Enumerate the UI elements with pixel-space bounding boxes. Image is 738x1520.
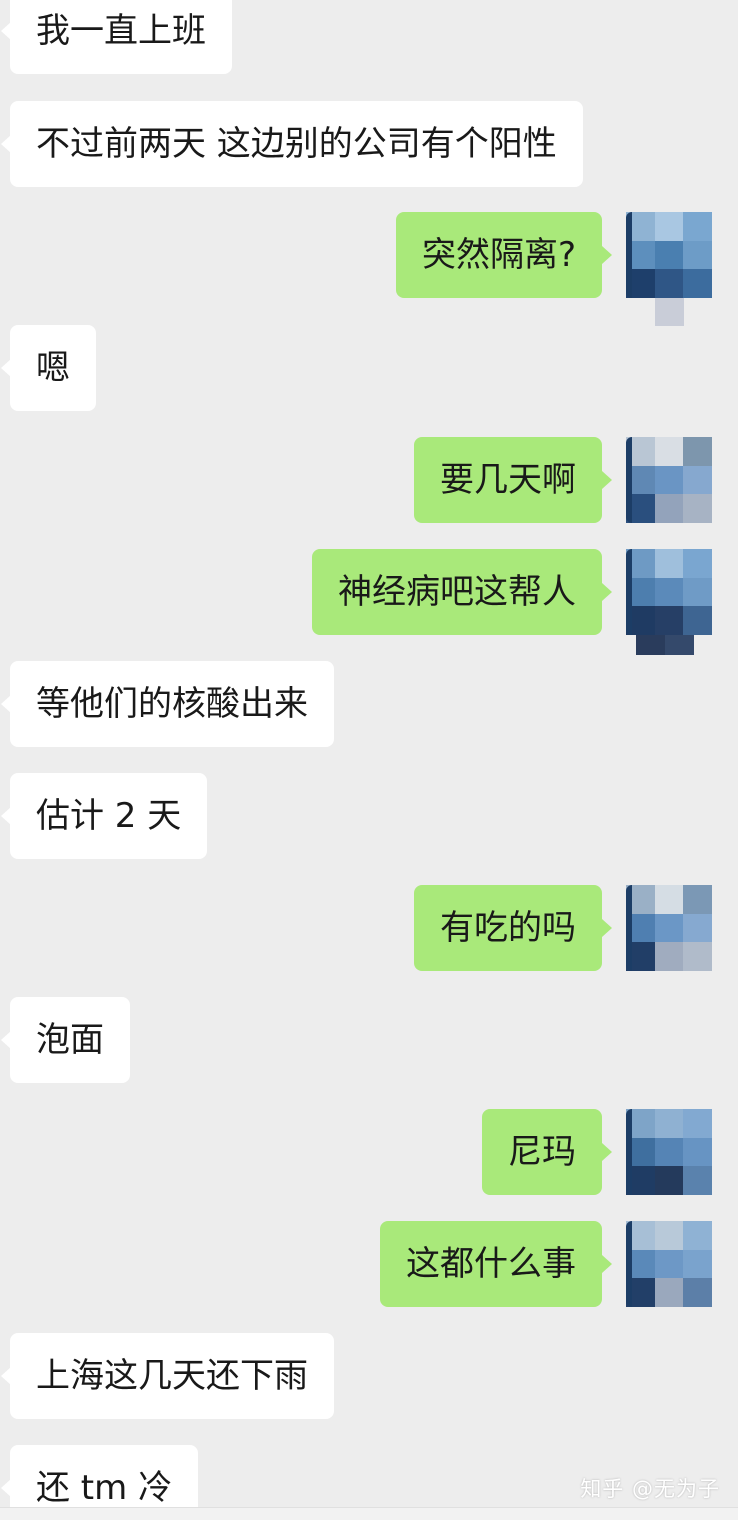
message-text: 有吃的吗	[440, 908, 576, 948]
pixelated-avatar-icon[interactable]	[626, 437, 712, 523]
message-bubble-incoming[interactable]: 泡面	[1, 997, 130, 1083]
pixelated-avatar-icon[interactable]	[626, 1109, 712, 1195]
chat-message-list[interactable]: 我一直上班 不过前两天 这边别的公司有个阳性 突然隔离? 嗯 要几天啊 神经病吧…	[0, 0, 738, 1508]
message-bubble-incoming[interactable]: 上海这几天还下雨	[1, 1333, 334, 1419]
message-text: 估计 2 天	[36, 796, 182, 836]
pixelated-avatar-icon[interactable]	[626, 549, 712, 655]
message-bubble-outgoing[interactable]: 这都什么事	[380, 1221, 612, 1307]
message-bubble-incoming[interactable]: 估计 2 天	[0, 773, 208, 859]
message-text: 这都什么事	[406, 1244, 576, 1284]
message-text: 还 tm 冷	[36, 1468, 173, 1508]
message-bubble-incoming[interactable]: 我一直上班	[1, 0, 232, 74]
message-bubble-incoming[interactable]: 等他们的核酸出来	[1, 661, 334, 747]
message-bubble-incoming[interactable]: 还 tm 冷	[0, 1445, 199, 1508]
message-text: 不过前两天 这边别的公司有个阳性	[36, 124, 557, 164]
message-text: 嗯	[36, 348, 70, 388]
pixelated-avatar-icon[interactable]	[626, 885, 712, 971]
message-text: 要几天啊	[440, 460, 576, 500]
message-text: 我一直上班	[36, 11, 206, 51]
message-text: 等他们的核酸出来	[36, 684, 308, 724]
pixelated-avatar-icon[interactable]	[626, 1221, 712, 1307]
message-text: 上海这几天还下雨	[36, 1356, 308, 1396]
message-bubble-outgoing[interactable]: 突然隔离?	[395, 212, 613, 298]
message-text: 神经病吧这帮人	[338, 572, 576, 612]
message-bubble-outgoing[interactable]: 要几天啊	[414, 437, 612, 523]
message-bubble-incoming[interactable]: 不过前两天 这边别的公司有个阳性	[1, 101, 583, 187]
message-bubble-incoming[interactable]: 嗯	[1, 325, 96, 411]
message-text: 尼玛	[508, 1132, 576, 1172]
message-bubble-outgoing[interactable]: 有吃的吗	[414, 885, 612, 971]
message-text: 泡面	[36, 1020, 104, 1060]
message-text: 突然隔离?	[421, 235, 576, 275]
zhihu-watermark: 知乎 @无为子	[580, 1477, 720, 1501]
bottom-edge	[0, 1507, 738, 1520]
message-bubble-outgoing[interactable]: 尼玛	[482, 1109, 612, 1195]
message-bubble-outgoing[interactable]: 神经病吧这帮人	[312, 549, 612, 635]
pixelated-avatar-icon[interactable]	[626, 212, 712, 326]
